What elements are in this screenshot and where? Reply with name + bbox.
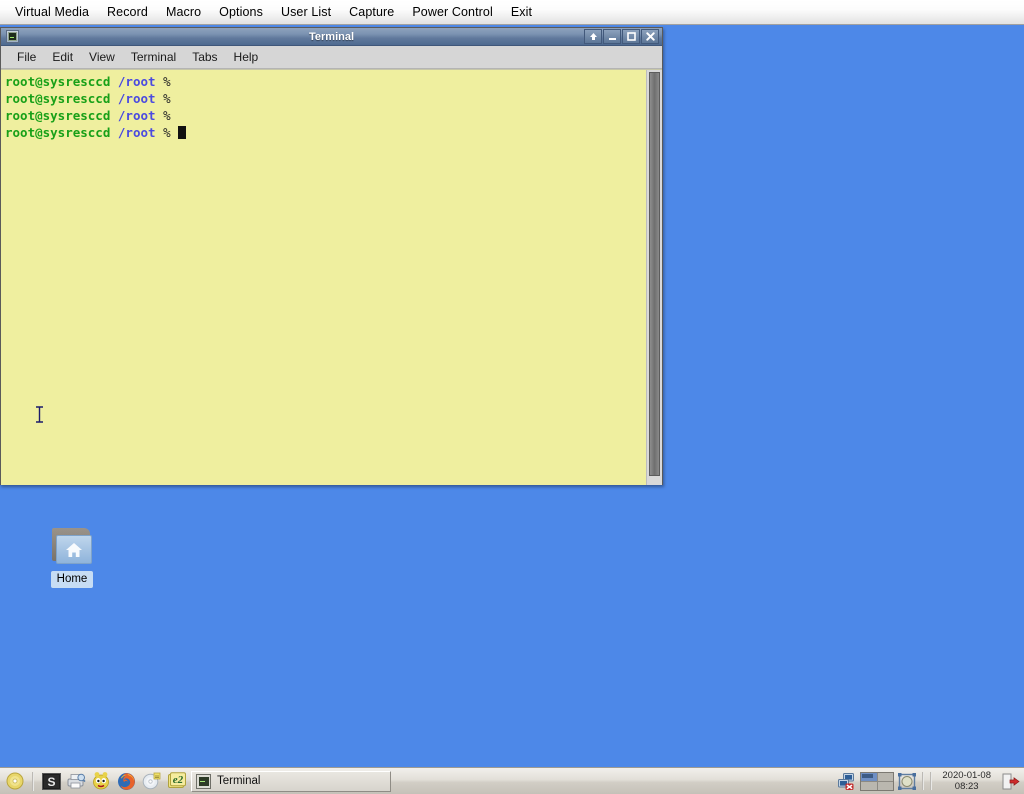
gimp-launcher-icon[interactable] [90,770,112,792]
clock-time: 08:23 [942,781,991,792]
clock-date: 2020-01-08 [942,770,991,781]
menu-tabs[interactable]: Tabs [184,48,225,67]
shade-button[interactable] [584,29,602,44]
taskbar-task-list: Terminal [191,771,391,792]
cd-burner-launcher-icon[interactable] [140,770,162,792]
menu-terminal[interactable]: Terminal [123,48,184,67]
prompt-path: /root [118,91,156,106]
taskbar-clock[interactable]: 2020-01-08 08:23 [936,770,997,792]
kvm-menubar: Virtual Media Record Macro Options User … [0,0,1024,25]
logout-icon[interactable] [999,770,1021,792]
prompt-path: /root [118,74,156,89]
prompt-symbol: % [163,108,171,123]
system-tray: 2020-01-08 08:23 [836,768,1024,794]
kvm-menu-capture[interactable]: Capture [340,2,403,23]
taskbar: S [0,767,1024,794]
printer-launcher-icon[interactable] [65,770,87,792]
prompt-symbol: % [163,74,171,89]
text-cursor [178,126,186,139]
terminal-s-launcher-icon[interactable]: S [40,770,62,792]
folder-home-icon [50,528,94,566]
desktop-icon-home[interactable]: Home [44,528,100,588]
terminal-line: root@sysresccd /root % [5,107,646,124]
task-button-label: Terminal [217,775,260,787]
prompt-user: root@sysresccd [5,74,110,89]
terminal-body: root@sysresccd /root % root@sysresccd /r… [1,69,662,485]
terminal-menubar: File Edit View Terminal Tabs Help [1,46,662,69]
terminal-line: root@sysresccd /root % [5,90,646,107]
display-settings-tray-icon[interactable] [896,770,918,792]
prompt-user: root@sysresccd [5,125,110,140]
workspace-cell-3[interactable] [861,782,877,790]
menu-help[interactable]: Help [226,48,267,67]
window-controls [584,29,660,44]
kvm-menu-macro[interactable]: Macro [157,2,210,23]
maximize-button[interactable] [622,29,640,44]
prompt-path: /root [118,108,156,123]
window-titlebar[interactable]: Terminal [1,28,662,46]
prompt-user: root@sysresccd [5,108,110,123]
terminal-window-icon [6,30,19,43]
prompt-user: root@sysresccd [5,91,110,106]
network-disconnected-tray-icon[interactable] [836,770,858,792]
firefox-launcher-icon[interactable] [115,770,137,792]
kvm-menu-record[interactable]: Record [98,2,157,23]
ibeam-cursor [34,406,45,423]
prompt-symbol: % [163,91,171,106]
terminal-screen[interactable]: root@sysresccd /root % root@sysresccd /r… [1,70,646,485]
kvm-menu-virtual-media[interactable]: Virtual Media [6,2,98,23]
e2-launcher-icon[interactable]: e2 [165,770,187,792]
menu-file[interactable]: File [9,48,44,67]
kvm-menu-user-list[interactable]: User List [272,2,340,23]
terminal-scrollbar-thumb[interactable] [649,72,660,476]
workspace-cell-4[interactable] [878,782,894,790]
minimize-button[interactable] [603,29,621,44]
taskbar-separator [32,772,34,791]
workspace-pager[interactable] [860,772,894,791]
terminal-window[interactable]: Terminal File Edit View Terminal Tabs He… [0,27,663,485]
terminal-line: root@sysresccd /root % [5,73,646,90]
home-glyph-icon [64,541,84,559]
disc-launcher-icon[interactable] [4,770,26,792]
menu-edit[interactable]: Edit [44,48,81,67]
menu-view[interactable]: View [81,48,123,67]
desktop-icon-label: Home [51,571,94,588]
window-title: Terminal [1,31,662,43]
terminal-icon [196,774,211,789]
tray-separator [922,772,924,790]
workspace-cell-1[interactable] [861,773,877,781]
workspace-cell-2[interactable] [878,773,894,781]
taskbar-launchers: S [0,768,187,794]
terminal-scrollbar[interactable] [646,70,662,485]
close-button[interactable] [641,29,659,44]
kvm-menu-options[interactable]: Options [210,2,272,23]
kvm-menu-exit[interactable]: Exit [502,2,541,23]
task-button-terminal[interactable]: Terminal [191,771,391,792]
kvm-menu-power-control[interactable]: Power Control [403,2,502,23]
svg-text:e2: e2 [172,774,183,786]
tray-separator [930,772,932,790]
svg-text:S: S [47,775,55,789]
prompt-path: /root [118,125,156,140]
prompt-symbol: % [163,125,171,140]
terminal-line-active: root@sysresccd /root % [5,124,646,141]
